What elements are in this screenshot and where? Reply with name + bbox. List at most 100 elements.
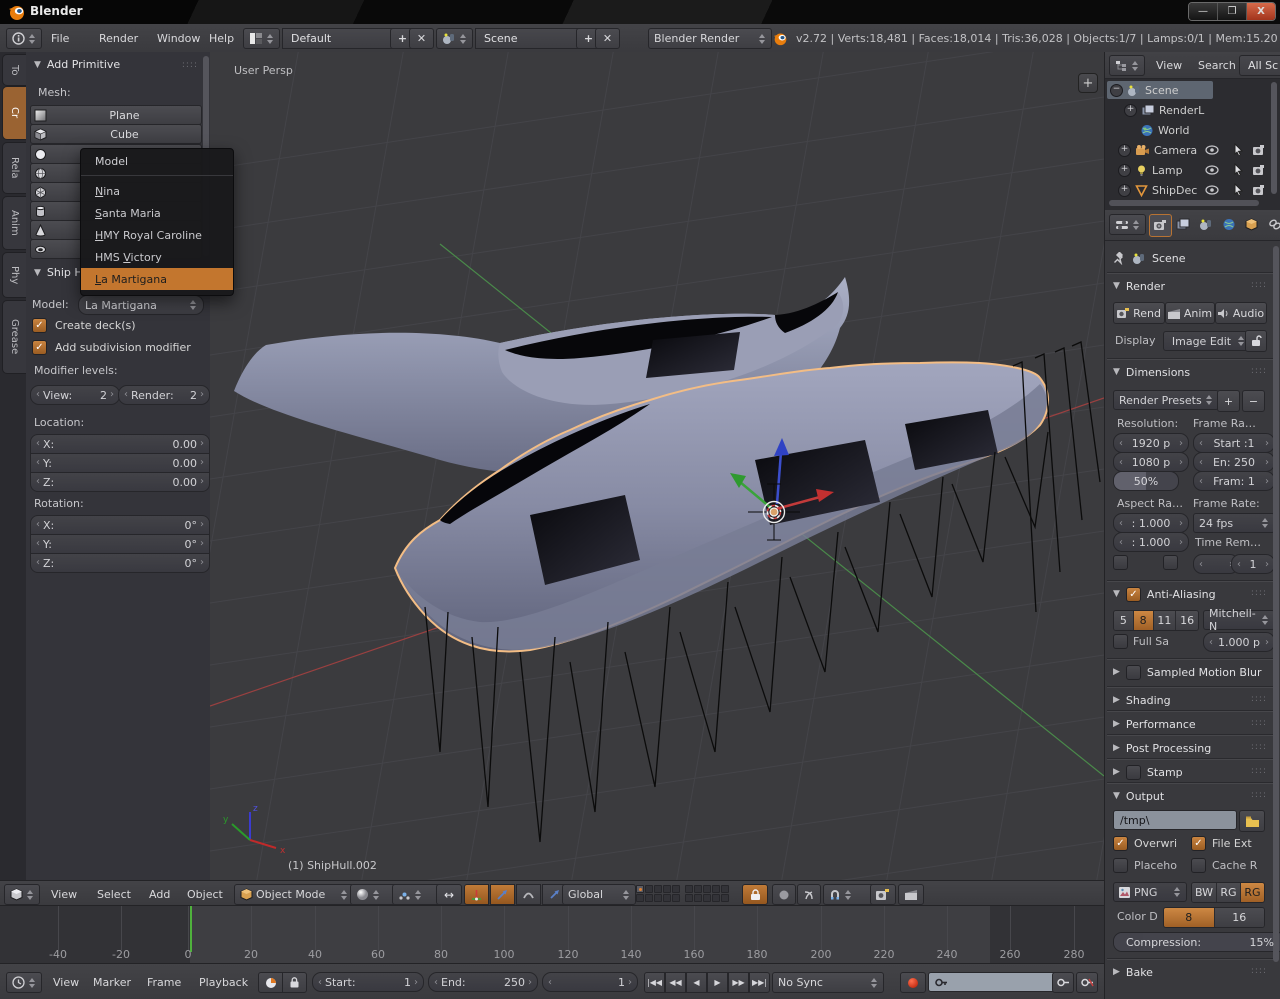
outliner-row-world[interactable]: World [1105,120,1280,140]
bake-panel-header[interactable]: ▶ Bake [1113,962,1273,982]
output-path-field[interactable]: /tmp\ [1113,810,1237,830]
opengl-render-anim-button[interactable] [898,884,924,905]
opengl-render-button[interactable] [870,884,896,905]
location-x-field[interactable]: ‹ X: 0.00 › [30,434,210,454]
timeline-canvas[interactable]: -40 -20 0 20 40 60 80 100 120 140 160 18… [0,905,1104,964]
collapse-icon[interactable]: − [1110,84,1123,97]
shelf-tab-physics[interactable]: Phy [2,252,26,298]
expand-icon[interactable]: + [1118,144,1131,157]
render-presets-dropdown[interactable]: Render Presets [1113,390,1219,410]
minimize-button[interactable]: — [1189,3,1217,20]
delete-scene-button[interactable]: ✕ [595,28,620,49]
frame-start-stepper[interactable]: ‹Start :1› [1193,433,1275,453]
play-reverse-button[interactable]: ◀ [686,972,707,993]
visibility-eye-icon[interactable] [1205,144,1219,156]
panel-drag-dots-icon[interactable]: :::: [1251,790,1267,800]
menu-item-nina[interactable]: Nina [81,180,233,202]
lock-to-scene-button[interactable] [742,884,768,905]
resolution-y-stepper[interactable]: ‹1080 p› [1113,452,1189,472]
end-frame-stepper[interactable]: ‹ End: 250 › [428,972,538,992]
file-format-dropdown[interactable]: PNG [1113,882,1187,902]
panel-drag-dots-icon[interactable]: :::: [1251,694,1267,704]
delete-keyframe-button[interactable] [1076,972,1098,993]
render-still-button[interactable]: Rend [1113,302,1165,324]
full-sample-checkbox[interactable] [1113,634,1128,649]
current-frame-stepper[interactable]: ‹ 1 › [542,972,638,992]
panel-drag-dots-icon[interactable]: :::: [1251,718,1267,728]
color-depth-segmented[interactable]: 8 16 [1163,907,1265,928]
transform-orientation-dropdown[interactable]: Global [562,884,636,905]
menu-item-hmy-royal-caroline[interactable]: HMY Royal Caroline [81,224,233,246]
bw-button[interactable]: BW [1192,883,1216,902]
jump-to-start-button[interactable]: |◀◀ [644,972,665,993]
rotate-manipulator-button[interactable] [490,884,515,905]
manipulator-toggle-button[interactable]: ↔ [436,884,462,905]
delete-layout-button[interactable]: ✕ [409,28,434,49]
prev-keyframe-button[interactable]: ◀◀ [665,972,686,993]
menu-window[interactable]: Window [150,28,207,48]
editor-type-properties-button[interactable] [1109,214,1146,235]
panel-drag-dots-icon[interactable]: :::: [1251,588,1267,598]
layers-widget[interactable] [636,885,729,902]
resolution-x-stepper[interactable]: ‹1920 p› [1113,433,1189,453]
rotation-y-field[interactable]: ‹ Y: 0° › [30,534,210,554]
outliner-row-scene[interactable]: − Scene [1105,80,1280,100]
depth-16-button[interactable]: 16 [1214,908,1265,927]
timeline-menu-playback[interactable]: Playback [192,972,255,992]
panel-drag-dots-icon[interactable]: :::: [182,60,198,70]
panel-drag-dots-icon[interactable]: :::: [1251,742,1267,752]
shelf-tab-animation[interactable]: Anim [2,196,26,250]
file-extensions-checkbox[interactable]: ✓ [1191,836,1206,851]
properties-scrollbar[interactable] [1273,246,1279,962]
render-level-stepper[interactable]: ‹ Render: 2 › [118,385,210,405]
compression-slider[interactable]: Compression: 15% [1113,932,1280,952]
view-level-stepper[interactable]: ‹ View: 2 › [30,385,120,405]
jump-to-end-button[interactable]: ▶▶| [749,972,770,993]
editor-type-outliner-button[interactable] [1109,55,1145,76]
tab-render-layers[interactable] [1172,214,1193,235]
current-frame-playhead[interactable] [190,906,192,952]
menu-item-la-martigana[interactable]: La Martigana [81,268,233,290]
render-animation-button[interactable]: Anim [1165,302,1215,324]
tab-render[interactable] [1149,214,1172,237]
fps-dropdown[interactable]: 24 fps [1193,513,1275,533]
renderability-camera-icon[interactable] [1252,184,1266,196]
overwrite-checkbox[interactable]: ✓ [1113,836,1128,851]
crop-checkbox[interactable] [1163,555,1178,570]
keying-set-field[interactable] [928,972,1060,992]
color-mode-segmented[interactable]: BW RG RG [1191,882,1265,903]
add-subdivision-checkbox[interactable]: ✓ [32,340,47,355]
outliner-menu-search[interactable]: Search [1191,55,1243,75]
proportional-falloff-button[interactable] [797,884,821,905]
add-primitive-panel-header[interactable]: ▼ Add Primitive [34,58,120,71]
view3d-menu-add[interactable]: Add [142,884,177,904]
outliner-row-renderlayers[interactable]: + RenderL [1105,100,1280,120]
timeline-menu-marker[interactable]: Marker [86,972,138,992]
shelf-tab-create[interactable]: Cr [2,86,26,140]
menu-item-hms-victory[interactable]: HMS Victory [81,246,233,268]
outliner-vscrollbar[interactable] [1271,82,1277,194]
add-cube-button[interactable]: Cube [30,124,202,144]
menu-file[interactable]: File [44,28,76,48]
border-checkbox[interactable] [1113,555,1128,570]
antialiasing-panel-header[interactable]: ▼ ✓ Anti-Aliasing [1113,584,1273,604]
rgb-button[interactable]: RG [1216,883,1240,902]
view3d-menu-view[interactable]: View [44,884,84,904]
dimensions-panel-header[interactable]: ▼ Dimensions [1113,362,1273,382]
time-remap-new-stepper[interactable]: ‹1› [1231,554,1275,574]
expand-icon[interactable]: + [1118,164,1131,177]
menu-item-santa-maria[interactable]: Santa Maria [81,202,233,224]
display-lock-button[interactable] [1245,330,1267,352]
visibility-eye-icon[interactable] [1205,164,1219,176]
auto-keyframe-record-button[interactable] [900,972,926,993]
scene-name-field[interactable]: Scene [475,28,589,49]
panel-drag-dots-icon[interactable]: :::: [1251,966,1267,976]
view3d-menu-select[interactable]: Select [90,884,138,904]
pivot-point-dropdown[interactable] [392,884,442,905]
panel-drag-dots-icon[interactable]: :::: [1251,280,1267,290]
proportional-edit-button[interactable] [772,884,796,905]
motion-blur-checkbox[interactable] [1126,665,1141,680]
expand-icon[interactable]: + [1124,104,1137,117]
model-dropdown[interactable]: La Martigana [78,295,204,315]
panel-drag-dots-icon[interactable]: :::: [1251,766,1267,776]
